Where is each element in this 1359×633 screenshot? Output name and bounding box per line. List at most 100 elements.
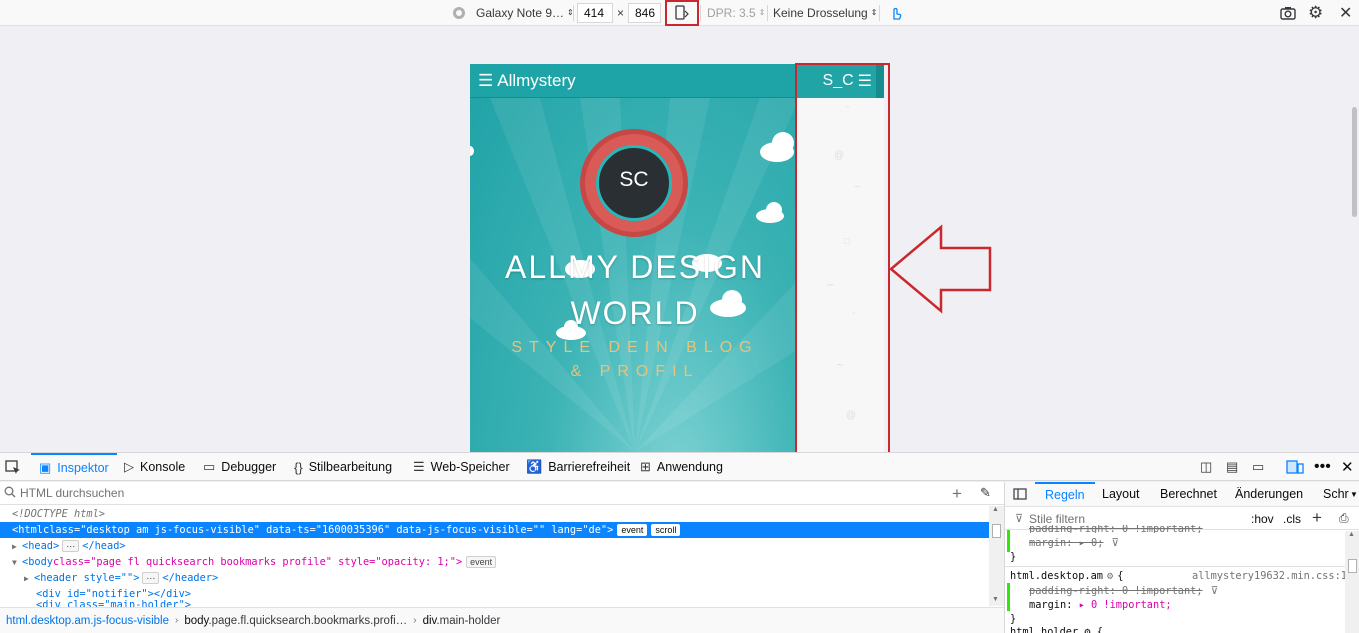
height-input[interactable]: 846 xyxy=(628,3,661,23)
collapse-icon[interactable]: ▼ xyxy=(12,558,22,567)
expand-icon[interactable]: ▶ xyxy=(24,574,34,583)
markup-scrollbar[interactable]: ▲ ▼ xyxy=(989,506,1004,606)
rules-scrollbar[interactable]: ▲ xyxy=(1345,531,1359,633)
filter-icon[interactable]: ⊽ xyxy=(1211,585,1219,597)
tab-label: Konsole xyxy=(140,460,186,474)
element-picker-icon[interactable] xyxy=(5,453,21,481)
screenshot-icon[interactable] xyxy=(1280,0,1296,26)
markup-line-body[interactable]: ▼ <body class="page fl quicksearch bookm… xyxy=(0,554,989,570)
annotation-arrow-icon xyxy=(889,224,992,314)
storage-icon: ☰ xyxy=(413,459,425,474)
dpr-selector[interactable]: DPR: 3.5 ⇕ xyxy=(707,0,765,26)
hero-title-line1: ALLMY DESIGN xyxy=(505,249,765,285)
hamburger-menu-icon[interactable]: ☰ xyxy=(478,71,493,91)
debugger-icon: ▭ xyxy=(203,459,216,474)
profile-badge: SC xyxy=(585,134,683,232)
filter-icon[interactable]: ⊽ xyxy=(1111,537,1119,549)
tab-stilbearbeitung[interactable]: {} Stilbearbeitung xyxy=(294,453,392,481)
tab-barrierefreiheit[interactable]: ♿ Barrierefreiheit xyxy=(526,453,630,481)
badge-ring: SC xyxy=(596,145,672,221)
rule-padding-struck[interactable]: padding-right: 0 !important; ⊽ xyxy=(1029,583,1218,598)
more-options-icon[interactable]: ••• xyxy=(1314,453,1331,481)
style-editor-icon: {} xyxy=(294,459,303,475)
rule-source-link[interactable]: allmystery19632.min.css:1 xyxy=(1192,568,1347,583)
site-logo[interactable]: ☰ Allmystery xyxy=(478,71,576,91)
badge-initials: SC xyxy=(619,168,649,191)
rule-margin[interactable]: margin: ▸ 0 !important; xyxy=(1029,597,1172,612)
throttling-selector[interactable]: Keine Drosselung ⇕ xyxy=(773,0,877,26)
console-icon: ▷ xyxy=(124,459,134,474)
viewport-scrollbar[interactable] xyxy=(1350,27,1359,451)
application-icon: ⊞ xyxy=(640,459,651,474)
close-devtools-icon[interactable]: ✕ xyxy=(1341,453,1354,481)
eyedropper-icon[interactable]: ✎ xyxy=(980,485,991,501)
tab-konsole[interactable]: ▷ Konsole xyxy=(124,453,185,481)
touch-simulation-icon[interactable] xyxy=(888,0,904,26)
hov-toggle[interactable]: :hov xyxy=(1251,512,1274,526)
toggle-sidebar-icon[interactable] xyxy=(1013,482,1027,506)
tab-berechnet[interactable]: Berechnet xyxy=(1160,482,1217,506)
event-badge[interactable]: event xyxy=(466,556,497,568)
accessibility-icon: ♿ xyxy=(526,459,543,474)
hero-subtitle: STYLE DEIN BLOG & PROFIL xyxy=(470,336,800,384)
rules-panel: Regeln Layout Berechnet Änderungen Schr … xyxy=(1004,482,1359,633)
markup-line-head[interactable]: ▶ <head> ⋯ </head> xyxy=(0,538,989,554)
paint-flashing-icon[interactable]: ▤ xyxy=(1226,453,1238,481)
tab-anwendung[interactable]: ⊞ Anwendung xyxy=(640,453,723,481)
markup-line-partial[interactable]: <div class="main-holder"> xyxy=(0,599,989,607)
tab-layout[interactable]: Layout xyxy=(1102,482,1140,506)
markup-line-doctype[interactable]: <!DOCTYPE html> xyxy=(0,506,989,522)
ruler-icon[interactable]: ▭ xyxy=(1252,453,1264,481)
markup-line-html[interactable]: <html class="desktop am js-focus-visible… xyxy=(0,522,989,538)
tab-aenderungen[interactable]: Änderungen xyxy=(1235,482,1303,506)
breadcrumb-body[interactable]: body.page.fl.quicksearch.bookmarks.profi… xyxy=(178,615,413,627)
close-rdm-icon[interactable]: ✕ xyxy=(1339,0,1352,26)
device-icon xyxy=(452,0,466,26)
markup-line-header[interactable]: ▶ <header style=""> ⋯ </header> xyxy=(0,570,989,586)
tab-schriftarten[interactable]: Schr xyxy=(1323,482,1349,506)
tab-regeln[interactable]: Regeln xyxy=(1035,482,1095,506)
rotate-highlight-box xyxy=(665,0,699,26)
responsive-mode-icon[interactable] xyxy=(1286,453,1304,481)
tab-label: Debugger xyxy=(221,460,277,474)
tab-label: Barrierefreiheit xyxy=(548,460,631,474)
hero-title: ALLMY DESIGN WORLD xyxy=(470,244,800,336)
breadcrumb-div[interactable]: div.main-holder xyxy=(417,615,507,627)
add-rule-icon[interactable]: + xyxy=(1312,508,1322,528)
print-media-icon[interactable]: ⎙ xyxy=(1339,511,1349,526)
breadcrumb-html[interactable]: html.desktop.am.js-focus-visible xyxy=(0,615,175,627)
dpr-label: DPR: 3.5 xyxy=(707,6,756,20)
times-sign: × xyxy=(617,6,625,20)
settings-gear-icon[interactable]: ⚙ xyxy=(1308,0,1323,26)
tab-inspektor[interactable]: ▣ Inspektor xyxy=(31,453,117,481)
hero-title-line2: WORLD xyxy=(570,295,700,331)
rule-close-brace-2: } xyxy=(1010,612,1017,625)
collapsed-ellipsis[interactable]: ⋯ xyxy=(62,540,80,552)
tab-web-speicher[interactable]: ☰ Web-Speicher xyxy=(413,453,510,481)
event-badge[interactable]: event xyxy=(617,524,648,536)
device-label: Galaxy Note 9… xyxy=(476,6,565,20)
hero-subtitle-line2: & PROFIL xyxy=(570,363,700,380)
add-node-icon[interactable]: + xyxy=(952,484,962,504)
filter-icon: ⊽ xyxy=(1015,513,1024,525)
tab-label: Anwendung xyxy=(656,460,723,474)
rule-selector[interactable]: html.desktop.am ⚙ { xyxy=(1010,568,1123,583)
rule-margin-struck[interactable]: margin: ▸ 0; ⊽ xyxy=(1029,535,1119,550)
scroll-badge[interactable]: scroll xyxy=(651,524,681,536)
hero-subtitle-line1: STYLE DEIN BLOG xyxy=(511,339,759,356)
cls-toggle[interactable]: .cls xyxy=(1283,512,1301,526)
rule-partial-line: padding-right: 0 !important; xyxy=(1029,525,1203,533)
rule-next-partial: html.holder ⚙ { xyxy=(1010,626,1103,633)
sidepanel-highlight-box xyxy=(795,63,890,454)
tab-label: Web-Speicher xyxy=(430,460,510,474)
screenshot-node-icon[interactable]: ◫ xyxy=(1200,453,1212,481)
collapsed-ellipsis[interactable]: ⋯ xyxy=(142,572,160,584)
tab-debugger[interactable]: ▭ Debugger xyxy=(203,453,276,481)
devtools-toolbar: ▣ Inspektor ▷ Konsole ▭ Debugger {} Stilbear… xyxy=(0,452,1359,481)
gear-icon[interactable]: ⚙ xyxy=(1107,570,1113,582)
html-search-input[interactable]: HTML durchsuchen + ✎ xyxy=(0,482,1004,505)
tabs-overflow-icon[interactable]: ▼ xyxy=(1350,482,1358,506)
expand-icon[interactable]: ▶ xyxy=(12,542,22,551)
device-selector[interactable]: Galaxy Note 9… ⇕ xyxy=(476,0,574,26)
width-input[interactable]: 414 xyxy=(577,3,613,23)
